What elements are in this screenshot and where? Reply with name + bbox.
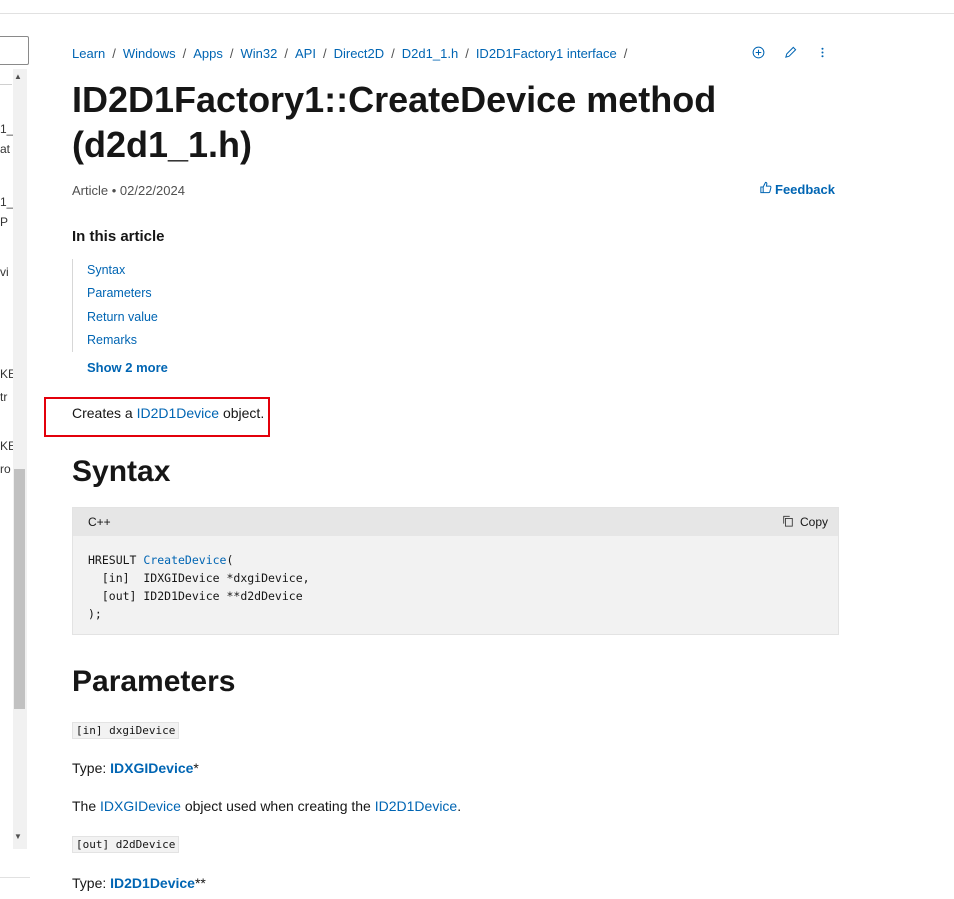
- copy-icon: [782, 515, 794, 530]
- syntax-heading: Syntax: [72, 455, 171, 488]
- code-header: C++ Copy: [73, 508, 838, 536]
- left-sidebar: 1_ at 1_ P vi KE tr KE ro ▲ ▼: [0, 14, 32, 899]
- param-d2ddevice-type: Type: ID2D1Device**: [72, 875, 206, 891]
- type-label: Type:: [72, 875, 111, 891]
- breadcrumb-separator: /: [391, 46, 395, 61]
- breadcrumb-separator: /: [284, 46, 288, 61]
- desc-text: .: [457, 798, 462, 814]
- scroll-down-arrow-icon[interactable]: ▼: [14, 832, 22, 841]
- type-label: Type:: [72, 760, 111, 776]
- desc-text: object used when creating the: [180, 798, 375, 814]
- breadcrumb-apps[interactable]: Apps: [193, 46, 223, 61]
- sidebar-item-fragment[interactable]: 1_: [0, 195, 13, 209]
- toc-item-syntax[interactable]: Syntax: [87, 259, 158, 282]
- code-prefix: HRESULT: [88, 553, 144, 567]
- sidebar-item-fragment[interactable]: vi: [0, 265, 9, 279]
- breadcrumb-win32[interactable]: Win32: [241, 46, 278, 61]
- sidebar-item-fragment[interactable]: tr: [0, 390, 7, 404]
- more-vertical-icon[interactable]: [814, 44, 830, 60]
- toc-item-remarks[interactable]: Remarks: [87, 329, 158, 352]
- toc-heading: In this article: [72, 228, 165, 245]
- desc-text: The: [72, 798, 101, 814]
- article-actions: [750, 44, 830, 60]
- sidebar-filter-input[interactable]: [0, 36, 29, 65]
- feedback-label: Feedback: [775, 181, 835, 197]
- param-dxgidevice-name: [in] dxgiDevice: [72, 722, 180, 739]
- breadcrumb-separator: /: [112, 46, 116, 61]
- breadcrumb-learn[interactable]: Learn: [72, 46, 105, 61]
- code-block: C++ Copy HRESULT CreateDevice( [in] IDXG…: [72, 507, 839, 635]
- breadcrumb: Learn / Windows / Apps / Win32 / API / Direct…: [72, 46, 634, 61]
- breadcrumb-d2d1-1-h[interactable]: D2d1_1.h: [402, 46, 458, 61]
- scroll-up-arrow-icon[interactable]: ▲: [14, 72, 22, 81]
- code-text: HRESULT CreateDevice( [in] IDXGIDevice *…: [73, 536, 838, 623]
- parameters-heading: Parameters: [72, 665, 236, 698]
- idxgidevice-link[interactable]: IDXGIDevice: [100, 798, 181, 814]
- idxgidevice-type-link[interactable]: IDXGIDevice: [110, 760, 193, 776]
- code-language: C++: [88, 515, 111, 529]
- page-title: ID2D1Factory1::CreateDevice method (d2d1…: [72, 79, 717, 165]
- breadcrumb-separator: /: [623, 46, 628, 61]
- code-function-name: CreateDevice: [143, 553, 227, 567]
- breadcrumb-interface[interactable]: ID2D1Factory1 interface: [476, 46, 617, 61]
- sidebar-scrollbar-thumb[interactable]: [14, 469, 25, 709]
- sidebar-item-fragment[interactable]: P: [0, 215, 8, 229]
- sidebar-item-fragment[interactable]: 1_: [0, 122, 13, 136]
- sidebar-item-fragment[interactable]: ro: [0, 462, 11, 476]
- toc-item-return-value[interactable]: Return value: [87, 306, 158, 329]
- sidebar-bottom-divider: [0, 877, 30, 878]
- toc-item-parameters[interactable]: Parameters: [87, 282, 158, 305]
- type-suffix: **: [194, 875, 206, 891]
- breadcrumb-separator: /: [465, 46, 469, 61]
- breadcrumb-separator: /: [322, 46, 327, 61]
- pencil-icon[interactable]: [782, 44, 798, 60]
- thumbs-up-icon: [759, 181, 772, 197]
- sidebar-scrollbar-track[interactable]: [13, 69, 27, 849]
- param-dxgidevice-type: Type: IDXGIDevice*: [72, 760, 199, 776]
- top-divider: [0, 13, 954, 14]
- sidebar-divider: [0, 84, 12, 85]
- show-more-button[interactable]: Show 2 more: [87, 360, 168, 375]
- breadcrumb-separator: /: [182, 46, 187, 61]
- highlight-box: [44, 397, 270, 437]
- circle-plus-icon[interactable]: [750, 44, 766, 60]
- feedback-button[interactable]: Feedback: [759, 181, 835, 197]
- article-meta: Article • 02/22/2024: [72, 183, 185, 198]
- param-d2ddevice-name: [out] d2dDevice: [72, 836, 180, 853]
- breadcrumb-separator: /: [229, 46, 234, 61]
- id2d1device-link[interactable]: ID2D1Device: [375, 798, 457, 814]
- type-suffix: *: [193, 760, 199, 776]
- toc-list: Syntax Parameters Return value Remarks: [72, 259, 158, 353]
- sidebar-item-fragment[interactable]: at: [0, 142, 10, 156]
- breadcrumb-windows[interactable]: Windows: [123, 46, 176, 61]
- param-dxgidevice-description: The IDXGIDevice object used when creatin…: [72, 798, 461, 814]
- copy-button[interactable]: Copy: [782, 515, 828, 530]
- breadcrumb-api[interactable]: API: [295, 46, 316, 61]
- id2d1device-type-link[interactable]: ID2D1Device: [110, 875, 195, 891]
- breadcrumb-direct2d[interactable]: Direct2D: [334, 46, 385, 61]
- copy-label: Copy: [799, 515, 828, 529]
